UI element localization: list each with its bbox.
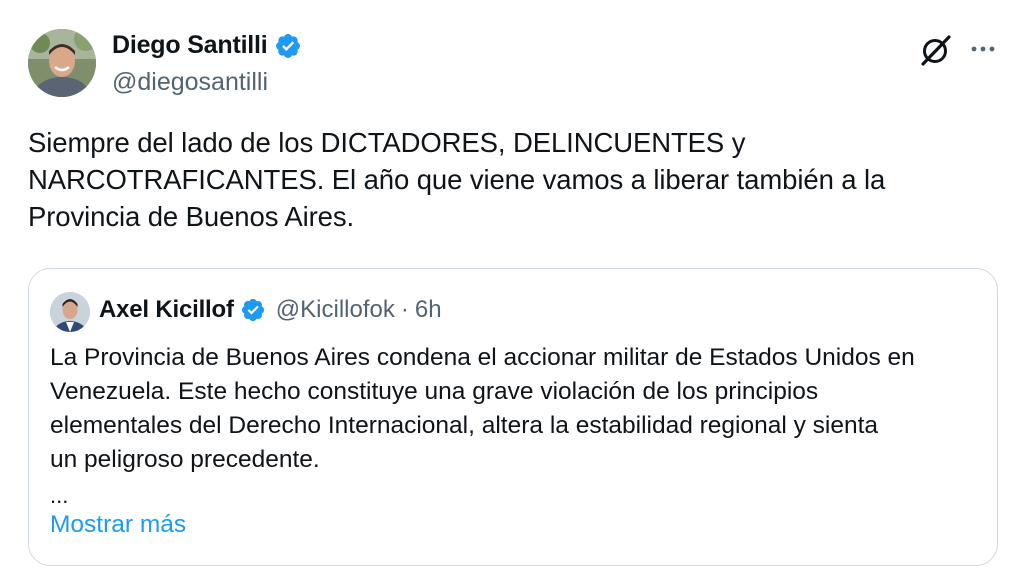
quote-timestamp[interactable]: 6h (415, 296, 442, 324)
verified-badge-icon (275, 33, 300, 58)
tweet-card: Diego Santilli @diegosantilli Siempre de… (0, 0, 1024, 577)
show-more-link[interactable]: Mostrar más (50, 511, 186, 539)
tweet-text-line: Siempre del lado de los DICTADORES, DELI… (28, 127, 746, 158)
quote-avatar-photo (50, 292, 90, 332)
quote-text-line: La Provincia de Buenos Aires condena el … (50, 344, 915, 371)
quote-text-line: Venezuela. Este hecho constituye una gra… (50, 378, 819, 405)
author-name-row[interactable]: Diego Santilli (112, 31, 302, 60)
author-avatar[interactable] (28, 29, 96, 97)
tweet-text: Siempre del lado de los DICTADORES, DELI… (28, 124, 988, 235)
quote-text: La Provincia de Buenos Aires condena el … (50, 341, 985, 477)
verified-badge-icon (241, 298, 264, 322)
quote-text-line: elementales del Derecho Internacional, a… (50, 412, 879, 439)
quote-ellipsis: ... (50, 483, 69, 508)
quote-header: Axel Kicillof @Kicillofok · 6h (99, 296, 442, 324)
avatar-photo (28, 29, 96, 97)
tweet-text-line: Provincia de Buenos Aires. (28, 201, 355, 232)
quote-separator: · (400, 296, 409, 323)
author-name[interactable]: Diego Santilli (112, 31, 268, 60)
quoted-tweet[interactable]: Axel Kicillof @Kicillofok · 6h La Provin… (28, 268, 998, 566)
more-options-icon[interactable] (968, 38, 998, 60)
quote-author-name[interactable]: Axel Kicillof (99, 296, 234, 324)
quote-text-line: un peligroso precedente. (50, 446, 320, 473)
quote-author-avatar[interactable] (50, 292, 90, 332)
tweet-text-line: NARCOTRAFICANTES. El año que viene vamos… (28, 164, 886, 195)
grok-icon[interactable] (918, 32, 954, 68)
author-handle[interactable]: @diegosantilli (112, 68, 268, 97)
quote-author-handle[interactable]: @Kicillofok (276, 296, 395, 324)
